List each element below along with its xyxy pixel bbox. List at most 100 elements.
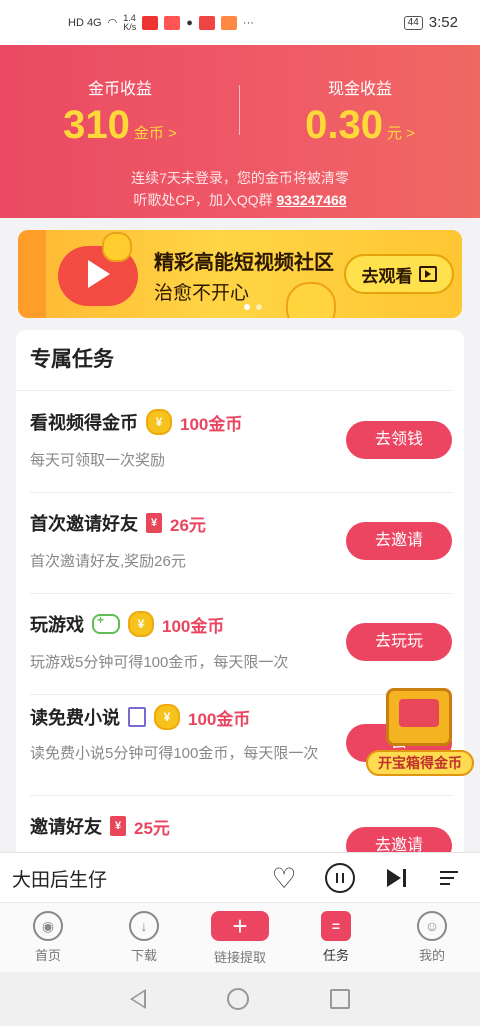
clock: 3:52 — [428, 14, 458, 31]
emoji-face-icon — [102, 232, 132, 262]
pause-button[interactable] — [312, 863, 368, 893]
tab-label: 下载 — [130, 948, 157, 963]
back-icon[interactable] — [130, 989, 147, 1009]
red-envelope-icon: ¥ — [110, 816, 126, 836]
cash-earnings-label: 现金收益 — [327, 81, 392, 98]
coin-earnings-amount: 310 金币 > — [0, 103, 240, 148]
coin-amount: 310 — [63, 103, 130, 147]
mini-player[interactable]: 大田后生仔 ♡ — [0, 852, 480, 903]
emoji-smile-icon — [286, 282, 336, 318]
favorite-button[interactable]: ♡ — [256, 862, 312, 895]
tab-label: 我的 — [418, 948, 445, 963]
coin-icon: ¥ — [128, 611, 154, 637]
tab-link-extract[interactable]: + 链接提取 — [192, 903, 288, 973]
app-notification-icon — [142, 15, 159, 30]
banner-prev-peek — [18, 230, 46, 318]
cash-unit: 元 > — [386, 125, 415, 142]
song-title: 大田后生仔 — [12, 869, 108, 891]
task-name-row: 看视频得金币 ¥ 100金币 — [30, 409, 242, 435]
carousel-dots — [244, 304, 262, 310]
tab-me[interactable]: ☺ 我的 — [384, 903, 480, 973]
coin-icon: ¥ — [146, 409, 172, 435]
playlist-icon — [440, 869, 464, 887]
tab-tasks[interactable]: = 任务 — [288, 903, 384, 973]
tab-home[interactable]: ◉ 首页 — [0, 903, 96, 973]
tab-download[interactable]: ↓ 下载 — [96, 903, 192, 973]
download-icon: ↓ — [129, 911, 159, 941]
plus-icon: + — [211, 911, 269, 941]
coin-icon: ¥ — [154, 704, 180, 730]
play-icon — [88, 260, 110, 288]
carousel-dot — [256, 304, 262, 310]
task-desc: 首次邀请好友,奖励26元 — [30, 553, 186, 570]
red-envelope-icon: ¥ — [146, 513, 162, 533]
profile-icon: ☺ — [417, 911, 447, 941]
notice-text: 连续7天未登录，您的金币将被清零 听歌处CP，加入QQ群 933247468 — [0, 167, 480, 211]
notice-line2-text: 听歌处CP，加入QQ群 — [133, 192, 273, 208]
promo-banner[interactable]: 精彩高能短视频社区 治愈不开心 去观看 — [18, 230, 462, 318]
tab-label: 首页 — [34, 948, 61, 963]
next-button[interactable] — [368, 869, 424, 887]
notice-line1: 连续7天未登录，您的金币将被清零 — [131, 170, 349, 186]
qq-icon: ● — [186, 16, 193, 29]
book-icon — [128, 707, 146, 727]
cash-earnings[interactable]: 现金收益 0.30 元 > — [240, 75, 480, 148]
coin-earnings[interactable]: 金币收益 310 金币 > — [0, 75, 240, 148]
carousel-dot — [244, 304, 250, 310]
bottom-tab-bar: ◉ 首页 ↓ 下载 + 链接提取 = 任务 ☺ 我的 — [0, 902, 480, 973]
task-section-title: 专属任务 — [16, 330, 452, 391]
task-desc: 每天可领取一次奖励 — [30, 452, 166, 469]
app-notification-icon — [220, 15, 237, 30]
playlist-button[interactable] — [424, 869, 480, 887]
status-left: HD 4G ◠ 1.4 K/s ● ··· — [68, 13, 254, 32]
coin-earnings-label: 金币收益 — [87, 81, 152, 98]
invite-button[interactable]: 去邀请 — [346, 522, 452, 560]
task-name: 首次邀请好友 — [30, 514, 138, 534]
tab-label: 任务 — [322, 948, 349, 963]
qq-group-link[interactable]: 933247468 — [277, 192, 347, 208]
system-nav-bar — [0, 972, 480, 1026]
cash-amount: 0.30 — [305, 103, 383, 147]
task-desc: 读免费小说5分钟可得100金币，每天限一次 — [30, 745, 319, 762]
heart-icon: ♡ — [271, 862, 297, 894]
cash-earnings-amount: 0.30 元 > — [240, 103, 480, 148]
watch-button-label: 去观看 — [361, 266, 413, 286]
home-icon[interactable] — [226, 988, 249, 1010]
battery-icon: 44 — [403, 15, 423, 30]
treasure-chest-icon — [386, 688, 452, 746]
claim-button[interactable]: 去领钱 — [346, 421, 452, 459]
task-reward: 25元 — [134, 818, 170, 838]
earnings-header: 金币收益 310 金币 > 现金收益 0.30 元 > 连续7天未登录，您的金币将被… — [0, 45, 480, 218]
skip-next-icon — [386, 869, 406, 887]
tasks-icon: = — [321, 911, 351, 941]
task-row: 首次邀请好友 ¥ 26元 首次邀请好友,奖励26元 去邀请 — [30, 492, 452, 594]
task-name: 读免费小说 — [30, 708, 120, 728]
app-notification-icon — [198, 15, 215, 30]
task-name-row: 玩游戏 ¥ 100金币 — [30, 611, 224, 637]
task-reward: 26元 — [170, 515, 206, 535]
network-indicator: HD 4G — [68, 16, 102, 29]
home-disc-icon: ◉ — [33, 911, 63, 941]
more-icon: ··· — [242, 16, 254, 29]
task-desc: 玩游戏5分钟可得100金币，每天限一次 — [30, 654, 289, 671]
task-card: 专属任务 看视频得金币 ¥ 100金币 每天可领取一次奖励 去领钱 首次邀请好友… — [16, 330, 464, 870]
treasure-chest-button[interactable]: 开宝箱得金币 — [366, 680, 474, 780]
wifi-icon: ◠ — [107, 17, 118, 29]
task-reward: 100金币 — [188, 709, 251, 729]
watch-button[interactable]: 去观看 — [344, 254, 454, 294]
notice-line2: 听歌处CP，加入QQ群 933247468 — [0, 189, 480, 211]
gamepad-icon — [92, 613, 120, 634]
task-name: 看视频得金币 — [30, 413, 138, 433]
task-name: 邀请好友 — [30, 817, 102, 837]
task-name-row: 首次邀请好友 ¥ 26元 — [30, 510, 206, 536]
treasure-label: 开宝箱得金币 — [366, 750, 474, 776]
task-reward: 100金币 — [162, 616, 225, 636]
recent-apps-icon[interactable] — [329, 989, 350, 1009]
status-right: 44 3:52 — [403, 14, 458, 31]
tab-label: 链接提取 — [213, 950, 266, 965]
pause-icon — [325, 863, 355, 893]
banner-subtitle: 治愈不开心 — [154, 283, 250, 304]
task-name-row: 邀请好友 ¥ 25元 — [30, 813, 170, 839]
play-game-button[interactable]: 去玩玩 — [346, 623, 452, 661]
status-bar: HD 4G ◠ 1.4 K/s ● ··· 44 3:52 — [0, 0, 480, 45]
